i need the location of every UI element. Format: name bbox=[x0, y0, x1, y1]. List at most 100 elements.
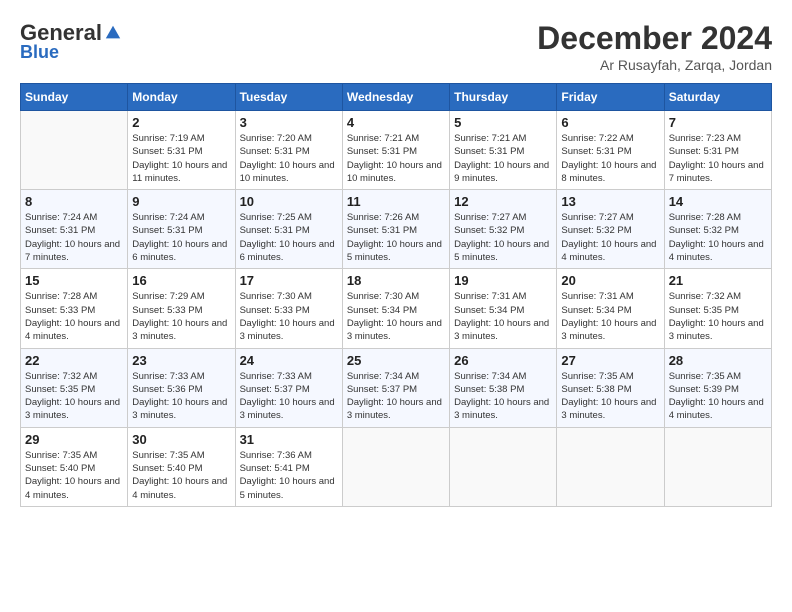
day-number: 19 bbox=[454, 273, 552, 288]
calendar-table: Sunday Monday Tuesday Wednesday Thursday… bbox=[20, 83, 772, 507]
day-info: Sunrise: 7:28 AMSunset: 5:33 PMDaylight:… bbox=[25, 290, 123, 343]
day-number: 12 bbox=[454, 194, 552, 209]
table-row: 8Sunrise: 7:24 AMSunset: 5:31 PMDaylight… bbox=[21, 190, 128, 269]
day-info: Sunrise: 7:29 AMSunset: 5:33 PMDaylight:… bbox=[132, 290, 230, 343]
day-number: 16 bbox=[132, 273, 230, 288]
table-row: 6 Sunrise: 7:22 AMSunset: 5:31 PMDaylight… bbox=[557, 111, 664, 190]
table-row: 25Sunrise: 7:34 AMSunset: 5:37 PMDayligh… bbox=[342, 348, 449, 427]
day-number: 27 bbox=[561, 353, 659, 368]
day-info: Sunrise: 7:35 AMSunset: 5:40 PMDaylight:… bbox=[132, 449, 230, 502]
day-info: Sunrise: 7:27 AMSunset: 5:32 PMDaylight:… bbox=[561, 211, 659, 264]
day-info: Sunrise: 7:25 AMSunset: 5:31 PMDaylight:… bbox=[240, 211, 338, 264]
day-number: 6 bbox=[561, 115, 659, 130]
table-row: 27 Sunrise: 7:35 AMSunset: 5:38 PMDayligh… bbox=[557, 348, 664, 427]
table-row: 9Sunrise: 7:24 AMSunset: 5:31 PMDaylight… bbox=[128, 190, 235, 269]
col-friday: Friday bbox=[557, 84, 664, 111]
day-number: 7 bbox=[669, 115, 767, 130]
table-row: 22 Sunrise: 7:32 AMSunset: 5:35 PMDayligh… bbox=[21, 348, 128, 427]
table-row: 12 Sunrise: 7:27 AMSunset: 5:32 PMDayligh… bbox=[450, 190, 557, 269]
day-number: 4 bbox=[347, 115, 445, 130]
day-number: 20 bbox=[561, 273, 659, 288]
day-number: 23 bbox=[132, 353, 230, 368]
day-info: Sunrise: 7:20 AMSunset: 5:31 PMDaylight:… bbox=[240, 132, 338, 185]
day-info: Sunrise: 7:35 AMSunset: 5:40 PMDaylight:… bbox=[25, 449, 123, 502]
day-info: Sunrise: 7:32 AMSunset: 5:35 PMDaylight:… bbox=[25, 370, 123, 423]
table-row: 3 Sunrise: 7:20 AMSunset: 5:31 PMDaylight… bbox=[235, 111, 342, 190]
day-number: 2 bbox=[132, 115, 230, 130]
logo-icon bbox=[104, 24, 122, 42]
table-row: 16 Sunrise: 7:29 AMSunset: 5:33 PMDayligh… bbox=[128, 269, 235, 348]
table-row: 21 Sunrise: 7:32 AMSunset: 5:35 PMDayligh… bbox=[664, 269, 771, 348]
day-info: Sunrise: 7:34 AMSunset: 5:37 PMDaylight:… bbox=[347, 370, 445, 423]
table-row: 26Sunrise: 7:34 AMSunset: 5:38 PMDayligh… bbox=[450, 348, 557, 427]
day-number: 18 bbox=[347, 273, 445, 288]
col-tuesday: Tuesday bbox=[235, 84, 342, 111]
table-row: 2 Sunrise: 7:19 AMSunset: 5:31 PMDaylight… bbox=[128, 111, 235, 190]
table-row: 30Sunrise: 7:35 AMSunset: 5:40 PMDayligh… bbox=[128, 427, 235, 506]
calendar-week-row: 8 Sunrise: 7:24 AMSunset: 5:31 PMDaylight… bbox=[21, 190, 772, 269]
day-info: Sunrise: 7:22 AMSunset: 5:31 PMDaylight:… bbox=[561, 132, 659, 185]
table-row: 28 Sunrise: 7:35 AMSunset: 5:39 PMDayligh… bbox=[664, 348, 771, 427]
day-info: Sunrise: 7:30 AMSunset: 5:33 PMDaylight:… bbox=[240, 290, 338, 343]
day-info: Sunrise: 7:23 AMSunset: 5:31 PMDaylight:… bbox=[669, 132, 767, 185]
day-number: 29 bbox=[25, 432, 123, 447]
day-info: Sunrise: 7:36 AMSunset: 5:41 PMDaylight:… bbox=[240, 449, 338, 502]
page-header: General Blue December 2024 Ar Rusayfah, … bbox=[20, 20, 772, 73]
table-row: 31 Sunrise: 7:36 AMSunset: 5:41 PMDayligh… bbox=[235, 427, 342, 506]
day-info: Sunrise: 7:24 AMSunset: 5:31 PMDaylight:… bbox=[132, 211, 230, 264]
calendar-week-row: 15 Sunrise: 7:28 AMSunset: 5:33 PMDayligh… bbox=[21, 269, 772, 348]
table-row: 11 Sunrise: 7:26 AMSunset: 5:31 PMDayligh… bbox=[342, 190, 449, 269]
day-info: Sunrise: 7:30 AMSunset: 5:34 PMDaylight:… bbox=[347, 290, 445, 343]
day-info: Sunrise: 7:27 AMSunset: 5:32 PMDaylight:… bbox=[454, 211, 552, 264]
day-number: 13 bbox=[561, 194, 659, 209]
day-number: 28 bbox=[669, 353, 767, 368]
col-saturday: Saturday bbox=[664, 84, 771, 111]
month-title: December 2024 bbox=[537, 20, 772, 57]
day-info: Sunrise: 7:35 AMSunset: 5:39 PMDaylight:… bbox=[669, 370, 767, 423]
col-monday: Monday bbox=[128, 84, 235, 111]
calendar-week-row: 22 Sunrise: 7:32 AMSunset: 5:35 PMDayligh… bbox=[21, 348, 772, 427]
day-info: Sunrise: 7:31 AMSunset: 5:34 PMDaylight:… bbox=[454, 290, 552, 343]
calendar-week-row: 29 Sunrise: 7:35 AMSunset: 5:40 PMDayligh… bbox=[21, 427, 772, 506]
day-info: Sunrise: 7:31 AMSunset: 5:34 PMDaylight:… bbox=[561, 290, 659, 343]
location: Ar Rusayfah, Zarqa, Jordan bbox=[537, 57, 772, 73]
table-row: 18 Sunrise: 7:30 AMSunset: 5:34 PMDayligh… bbox=[342, 269, 449, 348]
day-number: 24 bbox=[240, 353, 338, 368]
day-number: 31 bbox=[240, 432, 338, 447]
table-row bbox=[342, 427, 449, 506]
table-row: 14 Sunrise: 7:28 AMSunset: 5:32 PMDayligh… bbox=[664, 190, 771, 269]
calendar-week-row: 2 Sunrise: 7:19 AMSunset: 5:31 PMDaylight… bbox=[21, 111, 772, 190]
table-row: 5 Sunrise: 7:21 AMSunset: 5:31 PMDaylight… bbox=[450, 111, 557, 190]
day-info: Sunrise: 7:28 AMSunset: 5:32 PMDaylight:… bbox=[669, 211, 767, 264]
day-number: 17 bbox=[240, 273, 338, 288]
table-row bbox=[21, 111, 128, 190]
table-row: 10 Sunrise: 7:25 AMSunset: 5:31 PMDayligh… bbox=[235, 190, 342, 269]
day-info: Sunrise: 7:32 AMSunset: 5:35 PMDaylight:… bbox=[669, 290, 767, 343]
table-row: 19 Sunrise: 7:31 AMSunset: 5:34 PMDayligh… bbox=[450, 269, 557, 348]
day-info: Sunrise: 7:33 AMSunset: 5:37 PMDaylight:… bbox=[240, 370, 338, 423]
table-row: 13 Sunrise: 7:27 AMSunset: 5:32 PMDayligh… bbox=[557, 190, 664, 269]
logo: General Blue bbox=[20, 20, 122, 63]
day-number: 10 bbox=[240, 194, 338, 209]
day-number: 22 bbox=[25, 353, 123, 368]
day-number: 5 bbox=[454, 115, 552, 130]
table-row bbox=[450, 427, 557, 506]
day-number: 14 bbox=[669, 194, 767, 209]
table-row bbox=[557, 427, 664, 506]
day-number: 26 bbox=[454, 353, 552, 368]
table-row: 17 Sunrise: 7:30 AMSunset: 5:33 PMDayligh… bbox=[235, 269, 342, 348]
day-info: Sunrise: 7:26 AMSunset: 5:31 PMDaylight:… bbox=[347, 211, 445, 264]
day-number: 11 bbox=[347, 194, 445, 209]
day-info: Sunrise: 7:19 AMSunset: 5:31 PMDaylight:… bbox=[132, 132, 230, 185]
day-number: 8 bbox=[25, 194, 123, 209]
day-number: 21 bbox=[669, 273, 767, 288]
table-row: 7 Sunrise: 7:23 AMSunset: 5:31 PMDaylight… bbox=[664, 111, 771, 190]
col-sunday: Sunday bbox=[21, 84, 128, 111]
table-row: 23Sunrise: 7:33 AMSunset: 5:36 PMDayligh… bbox=[128, 348, 235, 427]
day-info: Sunrise: 7:35 AMSunset: 5:38 PMDaylight:… bbox=[561, 370, 659, 423]
day-number: 15 bbox=[25, 273, 123, 288]
table-row: 4Sunrise: 7:21 AMSunset: 5:31 PMDaylight… bbox=[342, 111, 449, 190]
col-wednesday: Wednesday bbox=[342, 84, 449, 111]
day-number: 3 bbox=[240, 115, 338, 130]
day-info: Sunrise: 7:21 AMSunset: 5:31 PMDaylight:… bbox=[454, 132, 552, 185]
